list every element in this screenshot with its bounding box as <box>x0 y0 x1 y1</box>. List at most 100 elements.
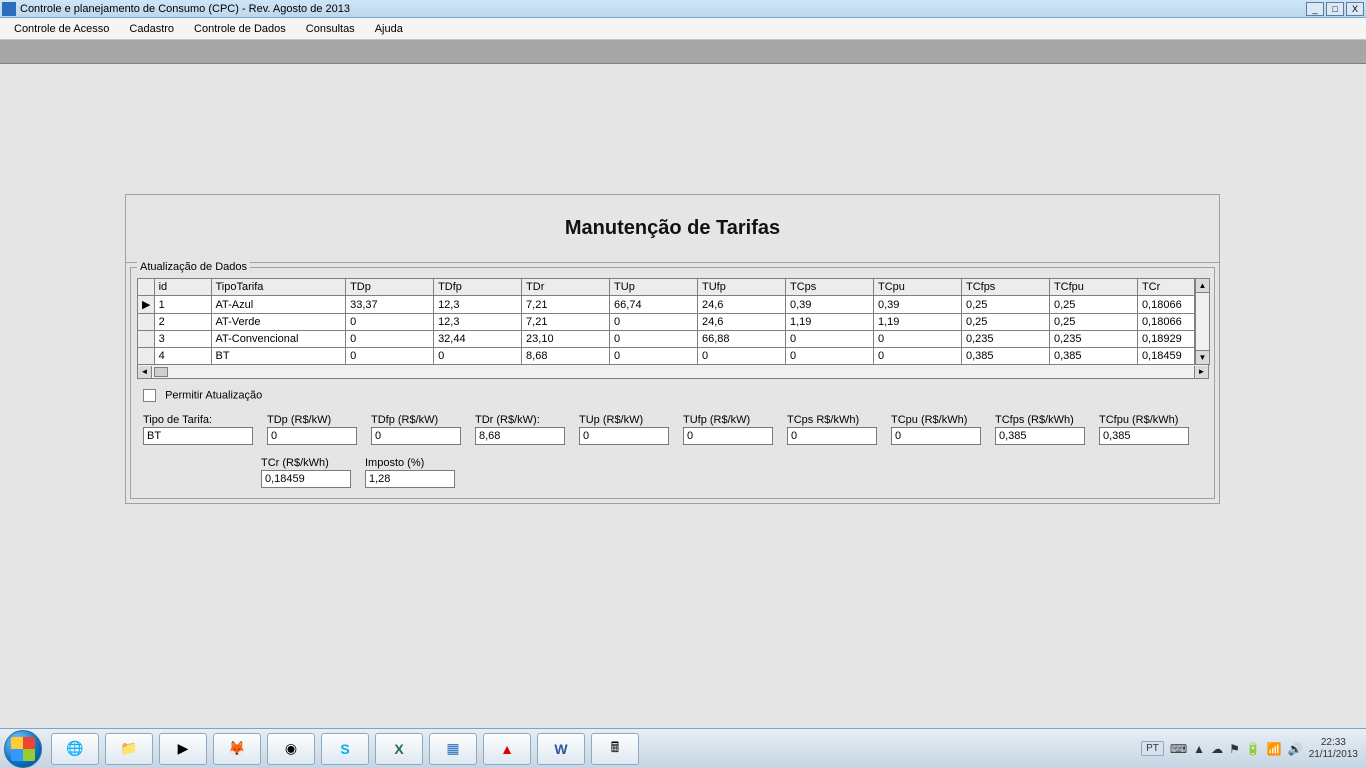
field-input[interactable] <box>1099 427 1189 445</box>
table-row[interactable]: ▶1AT-Azul33,3712,37,2166,7424,60,390,390… <box>138 296 1195 314</box>
menu-controle-acesso[interactable]: Controle de Acesso <box>4 20 119 38</box>
cell-tcfps[interactable]: 0,385 <box>961 348 1049 365</box>
cell-tipo[interactable]: BT <box>211 348 346 365</box>
minimize-button[interactable]: _ <box>1306 2 1324 16</box>
tray-flag-icon[interactable]: ⚑ <box>1229 742 1240 756</box>
cell-tup[interactable]: 0 <box>610 314 698 331</box>
cell-tup[interactable]: 0 <box>610 331 698 348</box>
cell-tdr[interactable]: 8,68 <box>522 348 610 365</box>
grid-hscroll[interactable]: ◄ ► <box>137 365 1209 379</box>
cell-tdfp[interactable]: 32,44 <box>434 331 522 348</box>
table-row[interactable]: 2AT-Verde012,37,21024,61,191,190,250,250… <box>138 314 1195 331</box>
col-tdp[interactable]: TDp <box>346 279 434 296</box>
menu-consultas[interactable]: Consultas <box>296 20 365 38</box>
cell-tcpu[interactable]: 0 <box>873 348 961 365</box>
cell-tcfpu[interactable]: 0,385 <box>1049 348 1137 365</box>
cell-tipo[interactable]: AT-Azul <box>211 296 346 314</box>
cell-tcfps[interactable]: 0,25 <box>961 296 1049 314</box>
cell-tipo[interactable]: AT-Convencional <box>211 331 346 348</box>
tray-network-icon[interactable]: ☁ <box>1211 742 1223 756</box>
field-input[interactable] <box>371 427 461 445</box>
col-tipotarifa[interactable]: TipoTarifa <box>211 279 346 296</box>
permit-checkbox[interactable] <box>143 389 156 402</box>
table-row[interactable]: 3AT-Convencional032,4423,10066,88000,235… <box>138 331 1195 348</box>
close-button[interactable]: X <box>1346 2 1364 16</box>
field-input[interactable] <box>143 427 253 445</box>
tray-chevron-up-icon[interactable]: ▲ <box>1193 742 1205 756</box>
scroll-down-icon[interactable]: ▼ <box>1196 350 1209 364</box>
tray-volume-icon[interactable]: 🔊 <box>1288 742 1303 756</box>
col-tcpu[interactable]: TCpu <box>873 279 961 296</box>
cell-tufp[interactable]: 0 <box>698 348 786 365</box>
taskbar-word-icon[interactable]: W <box>537 733 585 765</box>
cell-tufp[interactable]: 24,6 <box>698 296 786 314</box>
taskbar-ie-icon[interactable]: 🌐 <box>51 733 99 765</box>
cell-tup[interactable]: 66,74 <box>610 296 698 314</box>
col-tcr[interactable]: TCr <box>1137 279 1194 296</box>
col-tcps[interactable]: TCps <box>786 279 874 296</box>
tray-keyboard-icon[interactable]: ⌨ <box>1170 742 1187 756</box>
taskbar-mediaplayer-icon[interactable]: ▶ <box>159 733 207 765</box>
tray-wifi-icon[interactable]: 📶 <box>1267 742 1282 756</box>
grid-vscroll[interactable]: ▲ ▼ <box>1195 278 1210 365</box>
cell-tcps[interactable]: 1,19 <box>786 314 874 331</box>
menu-ajuda[interactable]: Ajuda <box>365 20 413 38</box>
col-tdfp[interactable]: TDfp <box>434 279 522 296</box>
cell-tup[interactable]: 0 <box>610 348 698 365</box>
field-input[interactable] <box>365 470 455 488</box>
cell-tdr[interactable]: 23,10 <box>522 331 610 348</box>
cell-tdr[interactable]: 7,21 <box>522 296 610 314</box>
field-input[interactable] <box>683 427 773 445</box>
cell-tcfpu[interactable]: 0,25 <box>1049 296 1137 314</box>
field-input[interactable] <box>891 427 981 445</box>
taskbar-explorer-icon[interactable]: 📁 <box>105 733 153 765</box>
cell-tcpu[interactable]: 1,19 <box>873 314 961 331</box>
cell-tcpu[interactable]: 0,39 <box>873 296 961 314</box>
col-tufp[interactable]: TUfp <box>698 279 786 296</box>
field-input[interactable] <box>579 427 669 445</box>
cell-tdfp[interactable]: 12,3 <box>434 314 522 331</box>
tray-clock[interactable]: 22:33 21/11/2013 <box>1309 737 1358 761</box>
col-tcfps[interactable]: TCfps <box>961 279 1049 296</box>
col-tup[interactable]: TUp <box>610 279 698 296</box>
table-row[interactable]: 4BT008,6800000,3850,3850,18459 <box>138 348 1195 365</box>
cell-id[interactable]: 1 <box>154 296 211 314</box>
start-button[interactable] <box>4 730 42 768</box>
col-id[interactable]: id <box>154 279 211 296</box>
row-selector[interactable] <box>138 348 155 365</box>
hscroll-thumb[interactable] <box>154 367 168 377</box>
cell-tufp[interactable]: 66,88 <box>698 331 786 348</box>
menu-controle-dados[interactable]: Controle de Dados <box>184 20 296 38</box>
field-input[interactable] <box>267 427 357 445</box>
cell-tcr[interactable]: 0,18066 <box>1137 314 1194 331</box>
taskbar-excel-icon[interactable]: X <box>375 733 423 765</box>
taskbar-chrome-icon[interactable]: ◉ <box>267 733 315 765</box>
cell-tcr[interactable]: 0,18929 <box>1137 331 1194 348</box>
cell-tcps[interactable]: 0 <box>786 331 874 348</box>
cell-tcps[interactable]: 0 <box>786 348 874 365</box>
cell-tdr[interactable]: 7,21 <box>522 314 610 331</box>
col-tcfpu[interactable]: TCfpu <box>1049 279 1137 296</box>
cell-id[interactable]: 2 <box>154 314 211 331</box>
cell-tcr[interactable]: 0,18066 <box>1137 296 1194 314</box>
cell-tipo[interactable]: AT-Verde <box>211 314 346 331</box>
row-selector[interactable]: ▶ <box>138 296 155 314</box>
cell-tcr[interactable]: 0,18459 <box>1137 348 1194 365</box>
row-selector[interactable] <box>138 314 155 331</box>
cell-tcfpu[interactable]: 0,235 <box>1049 331 1137 348</box>
cell-tcfps[interactable]: 0,25 <box>961 314 1049 331</box>
menu-cadastro[interactable]: Cadastro <box>119 20 184 38</box>
cell-tufp[interactable]: 24,6 <box>698 314 786 331</box>
cell-tdp[interactable]: 0 <box>346 348 434 365</box>
row-selector[interactable] <box>138 331 155 348</box>
cell-tdfp[interactable]: 12,3 <box>434 296 522 314</box>
cell-tcps[interactable]: 0,39 <box>786 296 874 314</box>
cell-tdp[interactable]: 0 <box>346 314 434 331</box>
taskbar-app-icon[interactable]: ▦ <box>429 733 477 765</box>
cell-id[interactable]: 3 <box>154 331 211 348</box>
data-grid[interactable]: id TipoTarifa TDp TDfp TDr TUp TUfp TCps… <box>137 278 1195 365</box>
taskbar-adobe-icon[interactable]: ▲ <box>483 733 531 765</box>
cell-tcfps[interactable]: 0,235 <box>961 331 1049 348</box>
tray-battery-icon[interactable]: 🔋 <box>1246 742 1261 756</box>
cell-id[interactable]: 4 <box>154 348 211 365</box>
